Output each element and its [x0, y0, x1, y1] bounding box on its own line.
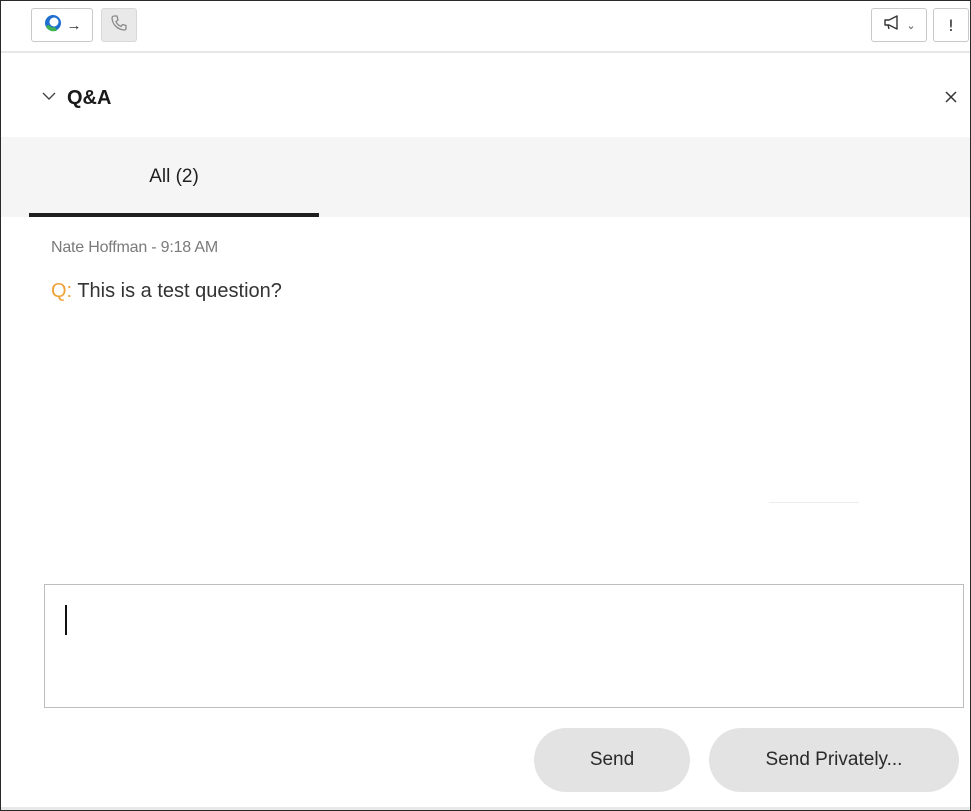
webex-logo-icon [43, 13, 63, 38]
chevron-down-icon[interactable] [41, 88, 57, 104]
phone-icon [109, 13, 129, 38]
qa-header: Q&A [1, 53, 970, 137]
close-icon[interactable] [943, 89, 959, 105]
alert-button[interactable]: ! [933, 8, 969, 42]
announce-button[interactable]: ⌄ [871, 8, 927, 42]
chevron-down-icon: ⌄ [906, 19, 916, 32]
panel-title: Q&A [67, 87, 112, 109]
join-audio-button[interactable]: → [31, 8, 93, 42]
divider [769, 502, 859, 503]
exclamation-icon: ! [947, 15, 955, 35]
bottom-border [1, 807, 970, 810]
question-text: This is a test question? [77, 280, 282, 302]
tab-all[interactable]: All (2) [29, 137, 319, 217]
arrow-right-icon: → [66, 16, 82, 34]
toolbar: → ⌄ ! [1, 1, 970, 53]
question-text-line: Q: This is a test question? [51, 278, 931, 304]
tab-selected-indicator [29, 213, 319, 217]
phone-button[interactable] [101, 8, 137, 42]
send-button[interactable]: Send [534, 728, 690, 792]
question-input[interactable] [45, 585, 963, 707]
text-caret [65, 605, 67, 635]
qa-panel-window: → ⌄ ! Q&A All (2) Nate Hoffman - 9:18 AM… [0, 0, 971, 811]
list-item: Nate Hoffman - 9:18 AM Q: This is a test… [51, 236, 931, 304]
megaphone-icon [882, 14, 904, 37]
question-input-box [44, 584, 964, 708]
send-privately-button[interactable]: Send Privately... [709, 728, 959, 792]
tab-bar: All (2) [1, 137, 970, 217]
message-meta: Nate Hoffman - 9:18 AM [51, 239, 218, 256]
question-prefix: Q: [51, 280, 73, 302]
